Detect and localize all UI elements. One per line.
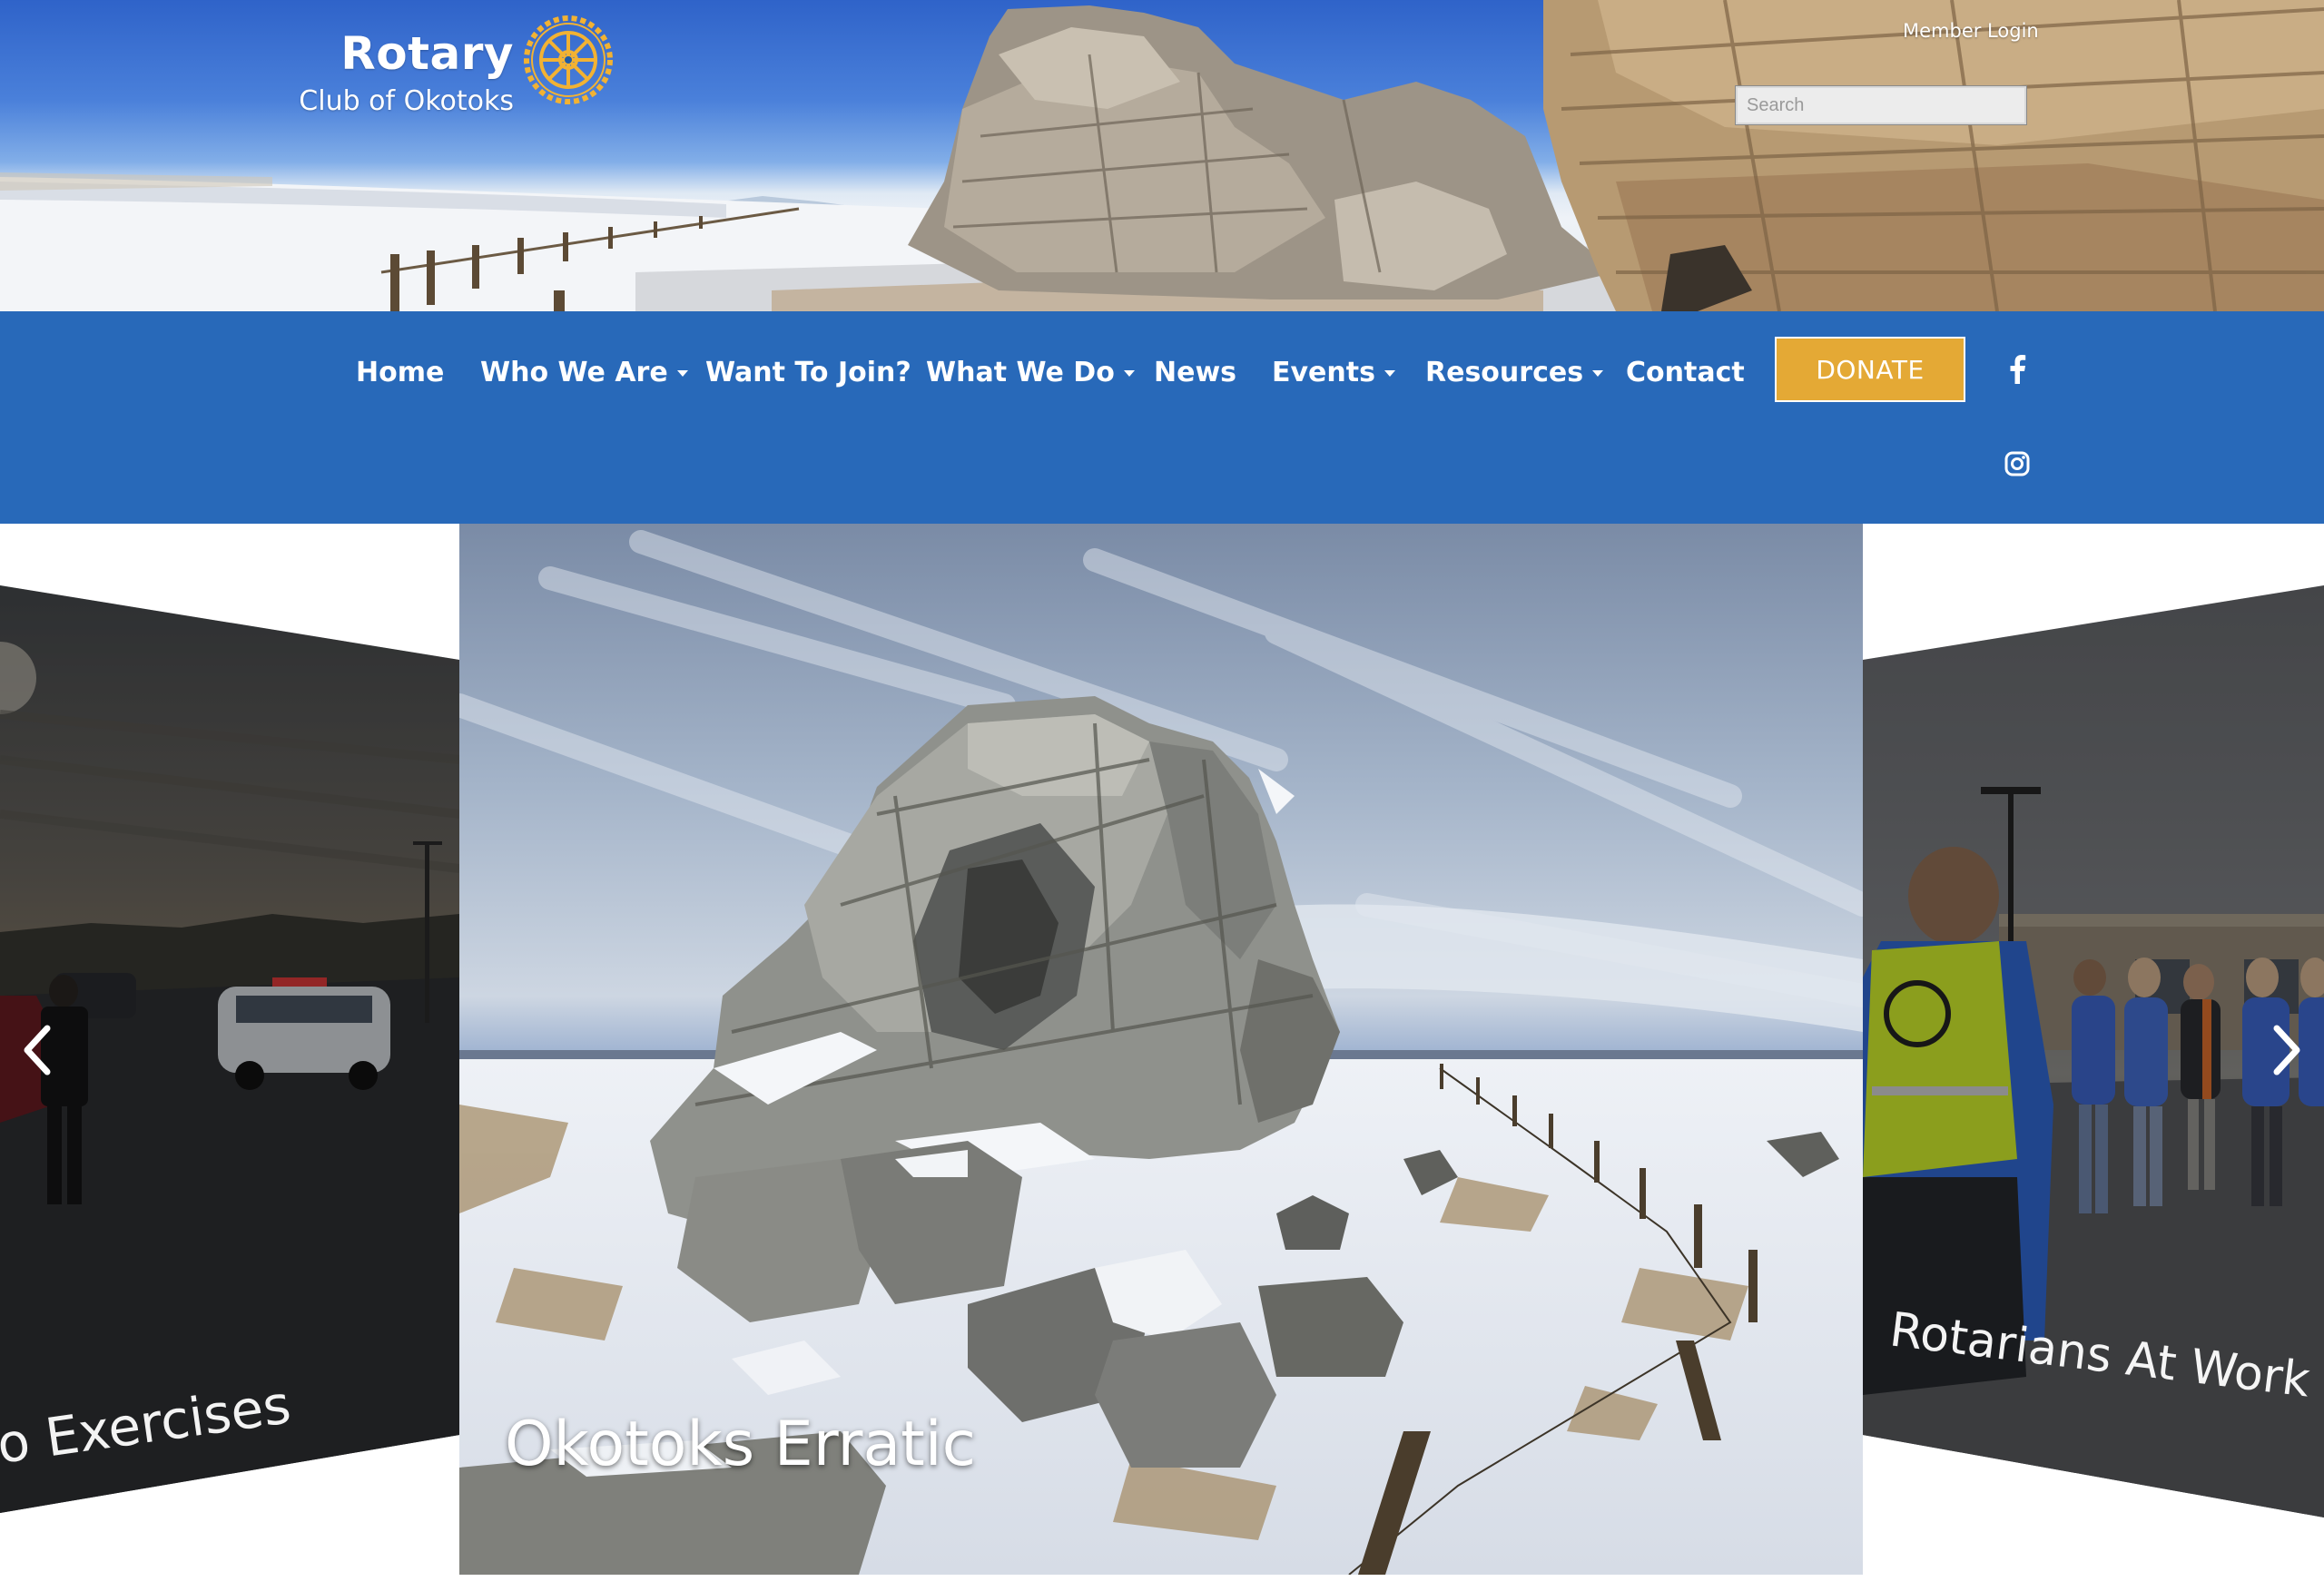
nav-item-label: Want To Join?	[705, 357, 911, 388]
nav-item-label: Home	[356, 357, 445, 388]
nav-item-label: Contact	[1626, 357, 1745, 388]
member-login-link[interactable]: Member Login	[1903, 20, 2039, 42]
nav-item-resources[interactable]: Resources	[1425, 351, 1604, 395]
carousel-slide-right[interactable]: Rotarians At Work	[1863, 524, 2324, 1522]
rotary-logo[interactable]: Rotary Club of Okotoks	[289, 15, 615, 127]
instagram-link[interactable]	[2004, 451, 2030, 476]
nav-item-contact[interactable]: Contact	[1626, 351, 1745, 395]
search-input[interactable]	[1735, 85, 2027, 125]
nav-item-label: What We Do	[926, 357, 1115, 388]
header-banner: Rotary Club of Okotoks Member Login	[0, 0, 2324, 311]
nav-item-what-we-do[interactable]: What We Do	[926, 351, 1135, 395]
facebook-link[interactable]	[2008, 355, 2026, 384]
nav-item-want-to-join[interactable]: Want To Join?	[705, 351, 911, 395]
carousel-slide-main[interactable]: Okotoks Erratic	[459, 524, 1863, 1575]
main-slide-caption: Okotoks Erratic	[505, 1409, 977, 1480]
instagram-icon	[2004, 451, 2030, 476]
nav-item-news[interactable]: News	[1154, 351, 1236, 395]
donate-button[interactable]: DONATE	[1775, 337, 1965, 402]
carousel-slide-left[interactable]: o Exercises	[0, 524, 459, 1522]
caret-down-icon	[1123, 370, 1135, 377]
nav-item-label: Resources	[1425, 357, 1584, 388]
nav-item-label: Events	[1272, 357, 1375, 388]
main-nav: Home Who We Are Want To Join? What We Do…	[0, 311, 2324, 524]
caret-down-icon	[676, 370, 688, 377]
facebook-icon	[2010, 355, 2026, 384]
caret-down-icon	[1384, 370, 1395, 377]
logo-subtitle-text: Club of Okotoks	[299, 85, 514, 117]
nav-item-label: News	[1154, 357, 1237, 388]
image-carousel: o Exercises Okotoks Erratic Rotarians At…	[0, 524, 2324, 1591]
nav-item-home[interactable]: Home	[356, 351, 444, 395]
caret-down-icon	[1592, 370, 1604, 377]
nav-item-label: Who We Are	[480, 357, 668, 388]
rotary-wheel-icon	[524, 15, 613, 104]
logo-brand-text: Rotary	[340, 27, 514, 80]
nav-item-who-we-are[interactable]: Who We Are	[480, 351, 688, 395]
nav-item-events[interactable]: Events	[1272, 351, 1395, 395]
